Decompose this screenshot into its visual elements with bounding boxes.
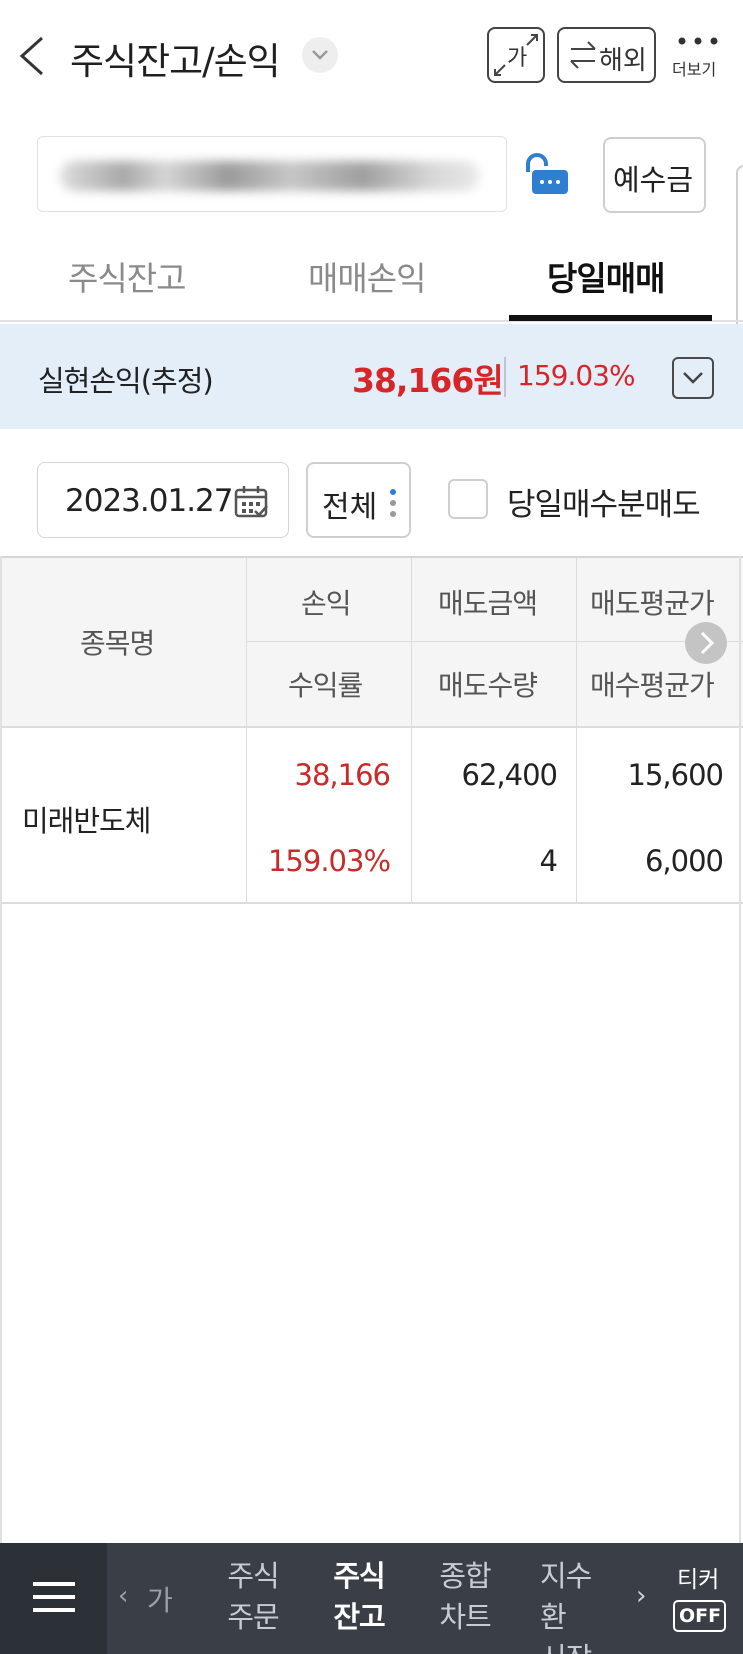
date-value: 2023.01.27	[65, 483, 233, 519]
expand-summary-button[interactable]	[672, 357, 714, 399]
date-picker[interactable]: 2023.01.27	[37, 462, 289, 538]
stock-name: 미래반도체	[22, 804, 151, 838]
header-sell-amount: 매도금액	[438, 587, 538, 620]
column-divider	[411, 558, 412, 904]
deposit-label: 예수금	[613, 163, 694, 197]
nav-chart[interactable]: 종합 차트	[430, 1556, 500, 1638]
chevron-down-icon	[683, 372, 703, 384]
row-sell-avg: 15,600	[627, 758, 724, 792]
hamburger-icon	[33, 1582, 75, 1612]
page-title: 주식잔고/손익	[70, 40, 281, 83]
header-divider	[247, 641, 743, 642]
calendar-icon	[234, 486, 268, 518]
swap-arrows-icon	[570, 41, 596, 69]
chevron-right-icon	[700, 631, 715, 655]
row-divider	[0, 902, 743, 904]
same-day-buy-sell-checkbox[interactable]	[448, 479, 488, 519]
nav-line: 주식	[333, 1559, 385, 1593]
account-selector[interactable]	[37, 136, 507, 212]
trades-table: 종목명 손익 수익률 매도금액 매도수량 매도평균가 매수평균가 미래반도체 3…	[0, 556, 743, 1556]
nav-next-arrow-icon[interactable]: ›	[636, 1581, 646, 1611]
more-menu-button[interactable]: 더보기	[666, 32, 736, 82]
account-number-masked	[60, 161, 480, 191]
nav-line: 종합	[439, 1559, 491, 1593]
title-dropdown-button[interactable]	[302, 37, 338, 73]
more-dots-icon	[678, 37, 718, 45]
column-divider	[246, 558, 247, 904]
row-rate: 159.03%	[267, 844, 391, 878]
table-border	[739, 556, 741, 1543]
nav-prev-arrow-icon[interactable]: ‹	[118, 1581, 128, 1611]
nav-stock-balance[interactable]: 주식 잔고	[324, 1556, 394, 1638]
lock-icon	[526, 153, 568, 194]
column-divider	[576, 558, 577, 904]
header-name: 종목명	[80, 627, 155, 660]
chevron-left-icon	[19, 36, 44, 76]
nav-line: 주문	[227, 1600, 279, 1634]
bottom-nav: ‹ 가 주식 주문 주식 잔고 종합 차트 지수환 시장지 › 티커 OFF	[0, 1543, 743, 1654]
header-buy-avg: 매수평균가	[590, 669, 715, 702]
realized-pl-amount: 38,166원	[352, 361, 504, 400]
deposit-button[interactable]: 예수금	[603, 137, 706, 213]
table-header: 종목명 손익 수익률 매도금액 매도수량 매도평균가 매수평균가	[0, 558, 743, 728]
app-header: 주식잔고/손익 가 해외 더보기	[0, 0, 743, 112]
row-sell-amount: 62,400	[461, 758, 558, 792]
scope-select[interactable]: 전체	[306, 462, 411, 538]
overseas-toggle-button[interactable]: 해외	[557, 27, 656, 83]
nav-line: 주식	[227, 1559, 279, 1593]
ticker-toggle[interactable]: OFF	[673, 1600, 726, 1632]
font-size-label: 가	[507, 46, 528, 71]
more-label: 더보기	[672, 60, 717, 79]
next-columns-button[interactable]	[685, 622, 727, 664]
nav-prev-label[interactable]: 가	[147, 1579, 173, 1619]
active-tab-indicator	[509, 315, 712, 321]
header-sell-qty: 매도수량	[438, 669, 538, 702]
ticker-label: 티커	[677, 1567, 720, 1593]
chevron-down-icon	[312, 50, 328, 60]
nav-line: 잔고	[333, 1600, 385, 1634]
ticker-state: OFF	[679, 1605, 722, 1627]
table-border	[0, 556, 2, 1543]
back-button[interactable]	[14, 32, 50, 80]
header-pl: 손익	[301, 587, 352, 620]
overseas-label: 해외	[599, 46, 647, 76]
realized-pl-summary: 실현손익(추정) 38,166원 159.03%	[0, 324, 743, 429]
divider	[504, 357, 506, 397]
password-lock-button[interactable]	[522, 150, 572, 200]
realized-pl-rate: 159.03%	[517, 359, 636, 392]
row-sell-qty: 4	[539, 844, 558, 878]
menu-button[interactable]	[0, 1543, 107, 1654]
font-size-button[interactable]: 가	[487, 27, 545, 83]
nav-stock-order[interactable]: 주식 주문	[218, 1556, 288, 1638]
row-buy-avg: 6,000	[644, 844, 724, 878]
scope-value: 전체	[322, 490, 378, 525]
header-sell-avg: 매도평균가	[590, 587, 715, 620]
realized-pl-label: 실현손익(추정)	[38, 364, 214, 398]
nav-fade	[590, 1543, 630, 1654]
tab-today-trading[interactable]: 당일매매	[547, 252, 665, 300]
same-day-buy-sell-label[interactable]: 당일매수분매도	[507, 479, 701, 524]
header-rate: 수익률	[288, 669, 363, 702]
nav-line: 차트	[439, 1600, 491, 1634]
kebab-icon	[390, 489, 396, 517]
tab-bar: 주식잔고 매매손익 당일매매	[0, 232, 743, 322]
row-pl: 38,166	[294, 758, 391, 792]
tab-trading-pl[interactable]: 매매손익	[308, 252, 426, 300]
tab-stock-balance[interactable]: 주식잔고	[68, 252, 186, 300]
